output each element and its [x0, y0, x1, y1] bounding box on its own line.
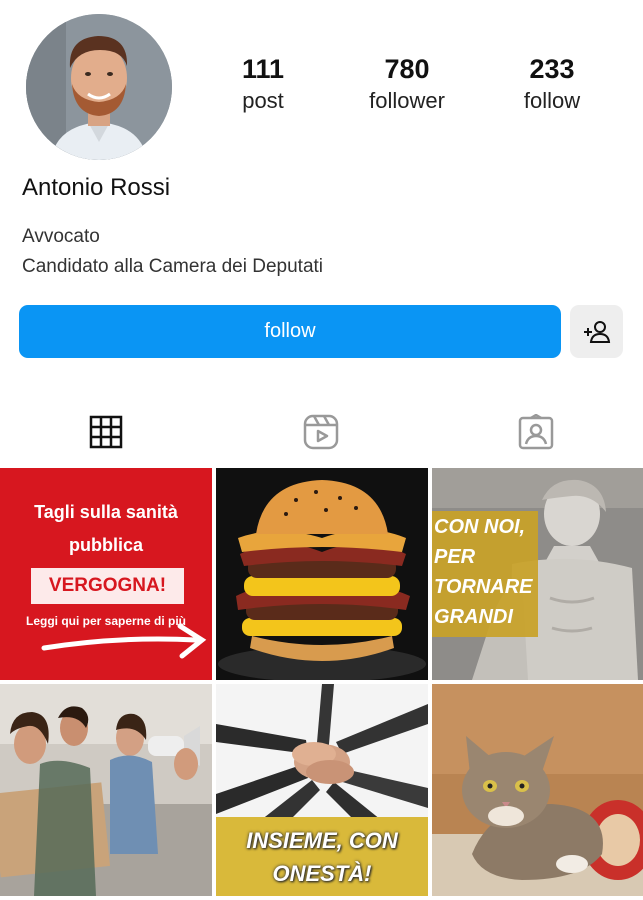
following-count: 233: [529, 54, 575, 84]
avatar[interactable]: [26, 14, 172, 160]
post-caption: INSIEME, CON ONESTÀ!: [246, 828, 398, 886]
burger-image: [218, 480, 426, 680]
follow-button[interactable]: follow: [19, 305, 561, 358]
post-thumbnail[interactable]: [0, 684, 212, 896]
add-person-icon: [583, 320, 610, 343]
post-thumbnail[interactable]: [216, 468, 428, 680]
protest-image: [0, 684, 212, 896]
profile-name: Antonio Rossi: [22, 174, 171, 201]
posts-label: post: [242, 88, 284, 113]
post-thumbnail[interactable]: [432, 684, 643, 896]
profile-photo: [26, 14, 172, 160]
following-label: follow: [523, 88, 581, 113]
reels-icon: [303, 414, 339, 450]
suggest-people-button[interactable]: [570, 305, 623, 358]
grid-icon: [89, 415, 123, 449]
bio-line: Avvocato: [22, 226, 100, 247]
tab-tagged[interactable]: [516, 412, 556, 452]
followers-count: 780: [384, 54, 430, 84]
post-thumbnail[interactable]: Tagli sulla sanità pubblica VERGOGNA! Le…: [0, 468, 212, 680]
posts-grid: Tagli sulla sanità pubblica VERGOGNA! Le…: [0, 468, 643, 900]
profile-bio: Avvocato Candidato alla Camera dei Deput…: [22, 222, 323, 282]
posts-stat[interactable]: 111 post: [193, 52, 333, 116]
tab-reels[interactable]: [301, 412, 341, 452]
post-caption: CON NOI, PER TORNARE GRANDI: [434, 516, 533, 628]
tagged-icon: [518, 414, 554, 450]
followers-label: follower: [369, 88, 445, 113]
tab-posts-grid[interactable]: [86, 412, 126, 452]
posts-count: 111: [241, 54, 285, 84]
post-thumbnail[interactable]: CON NOI, PER TORNARE GRANDI: [432, 468, 643, 680]
following-stat[interactable]: 233 follow: [482, 52, 622, 116]
bio-line: Candidato alla Camera dei Deputati: [22, 256, 324, 277]
cat-image: [432, 684, 643, 896]
followers-stat[interactable]: 780 follower: [337, 52, 477, 116]
arrow-icon: [41, 623, 207, 659]
post-thumbnail[interactable]: INSIEME, CON ONESTÀ!: [216, 684, 428, 896]
